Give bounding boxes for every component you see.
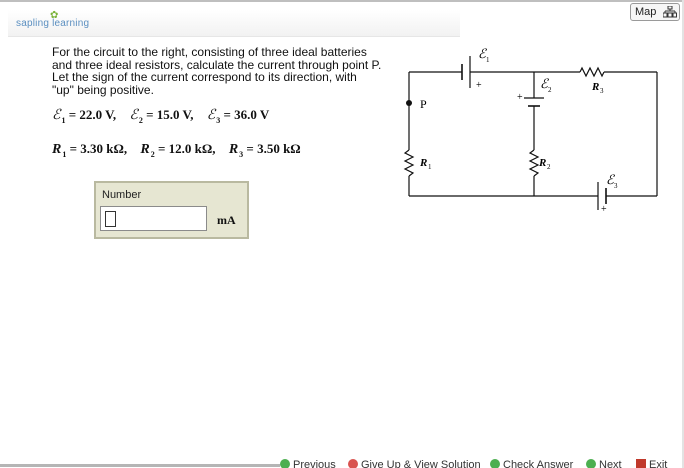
r3-value: = 3.50 kΩ: [246, 141, 301, 156]
e3-plus: +: [601, 204, 607, 215]
r2-value: = 12.0 kΩ,: [158, 141, 216, 156]
next-icon: [586, 459, 596, 468]
exit-icon: [636, 459, 646, 468]
e1-sub: 1: [486, 56, 490, 64]
emf2-symbol: ℰ: [129, 108, 138, 123]
exit-button[interactable]: Exit: [636, 459, 667, 468]
emf-values: ℰ1 = 22.0 V, ℰ2 = 15.0 V, ℰ3 = 36.0 V: [52, 107, 270, 125]
map-button[interactable]: Map: [630, 3, 680, 21]
answer-label: Number: [102, 189, 142, 201]
emf1-symbol: ℰ: [52, 108, 61, 123]
e3-sub: 3: [614, 182, 618, 190]
emf3-value: = 36.0 V: [223, 107, 270, 122]
r2-sub: 2: [547, 163, 551, 171]
check-answer-label: Check Answer: [503, 459, 574, 468]
map-label: Map: [635, 6, 657, 18]
text-cursor: [105, 211, 116, 227]
previous-icon: [280, 459, 290, 468]
next-button[interactable]: Next: [586, 459, 622, 468]
answer-input[interactable]: [100, 206, 207, 231]
r3-sub: 3: [239, 150, 244, 159]
check-icon: [490, 459, 500, 468]
emf1-sub: 1: [61, 116, 66, 125]
check-answer-button[interactable]: Check Answer: [490, 459, 573, 468]
emf2-sub: 2: [138, 116, 143, 125]
r1-symbol: R: [52, 142, 62, 157]
window-top-border: [0, 0, 684, 2]
r1-symbol: R: [419, 157, 427, 169]
give-up-icon: [348, 459, 358, 468]
r1-sub: 1: [428, 163, 432, 171]
sitemap-icon: [663, 6, 677, 18]
emf1-value: = 22.0 V,: [68, 107, 117, 122]
point-p-marker: [406, 100, 412, 106]
e1-plus: +: [476, 80, 482, 91]
give-up-button[interactable]: Give Up & View Solution: [348, 459, 481, 468]
previous-label: Previous: [293, 459, 336, 468]
footer-toolbar: Previous Give Up & View Solution Check A…: [276, 457, 680, 468]
next-label: Next: [599, 459, 622, 468]
exit-label: Exit: [649, 459, 668, 468]
emf3-sub: 3: [216, 116, 221, 125]
r2-sub: 2: [150, 150, 155, 159]
r3-symbol: R: [228, 142, 239, 157]
r1-sub: 1: [62, 150, 67, 159]
r1-value: = 3.30 kΩ,: [69, 141, 128, 156]
question-text: For the circuit to the right, consisting…: [52, 45, 382, 97]
leaf-icon: ✿: [50, 10, 59, 21]
circuit-diagram: P ℰ 1 + R 3 ℰ 2 + R 1 R 2 ℰ 3 +: [403, 46, 658, 215]
answer-unit: mA: [217, 213, 236, 227]
emf3-symbol: ℰ: [206, 108, 216, 123]
e2-plus: +: [517, 92, 523, 103]
r3-symbol: R: [591, 81, 599, 93]
resistor-values: R1 = 3.30 kΩ, R2 = 12.0 kΩ, R3 = 3.50 kΩ: [52, 141, 301, 159]
sapling-learning-logo: ✿ sapling learning: [16, 10, 89, 29]
give-up-label: Give Up & View Solution: [361, 459, 481, 468]
r2-symbol: R: [538, 157, 546, 169]
previous-button[interactable]: Previous: [280, 459, 336, 468]
r2-symbol: R: [140, 142, 150, 157]
emf2-value: = 15.0 V,: [146, 107, 194, 122]
answer-panel: Number mA: [94, 181, 249, 239]
footer-divider: [0, 464, 280, 467]
r3-sub: 3: [600, 87, 604, 95]
e2-sub: 2: [548, 86, 552, 94]
point-p-label: P: [420, 97, 427, 111]
header-bar: ✿ sapling learning: [8, 10, 460, 37]
